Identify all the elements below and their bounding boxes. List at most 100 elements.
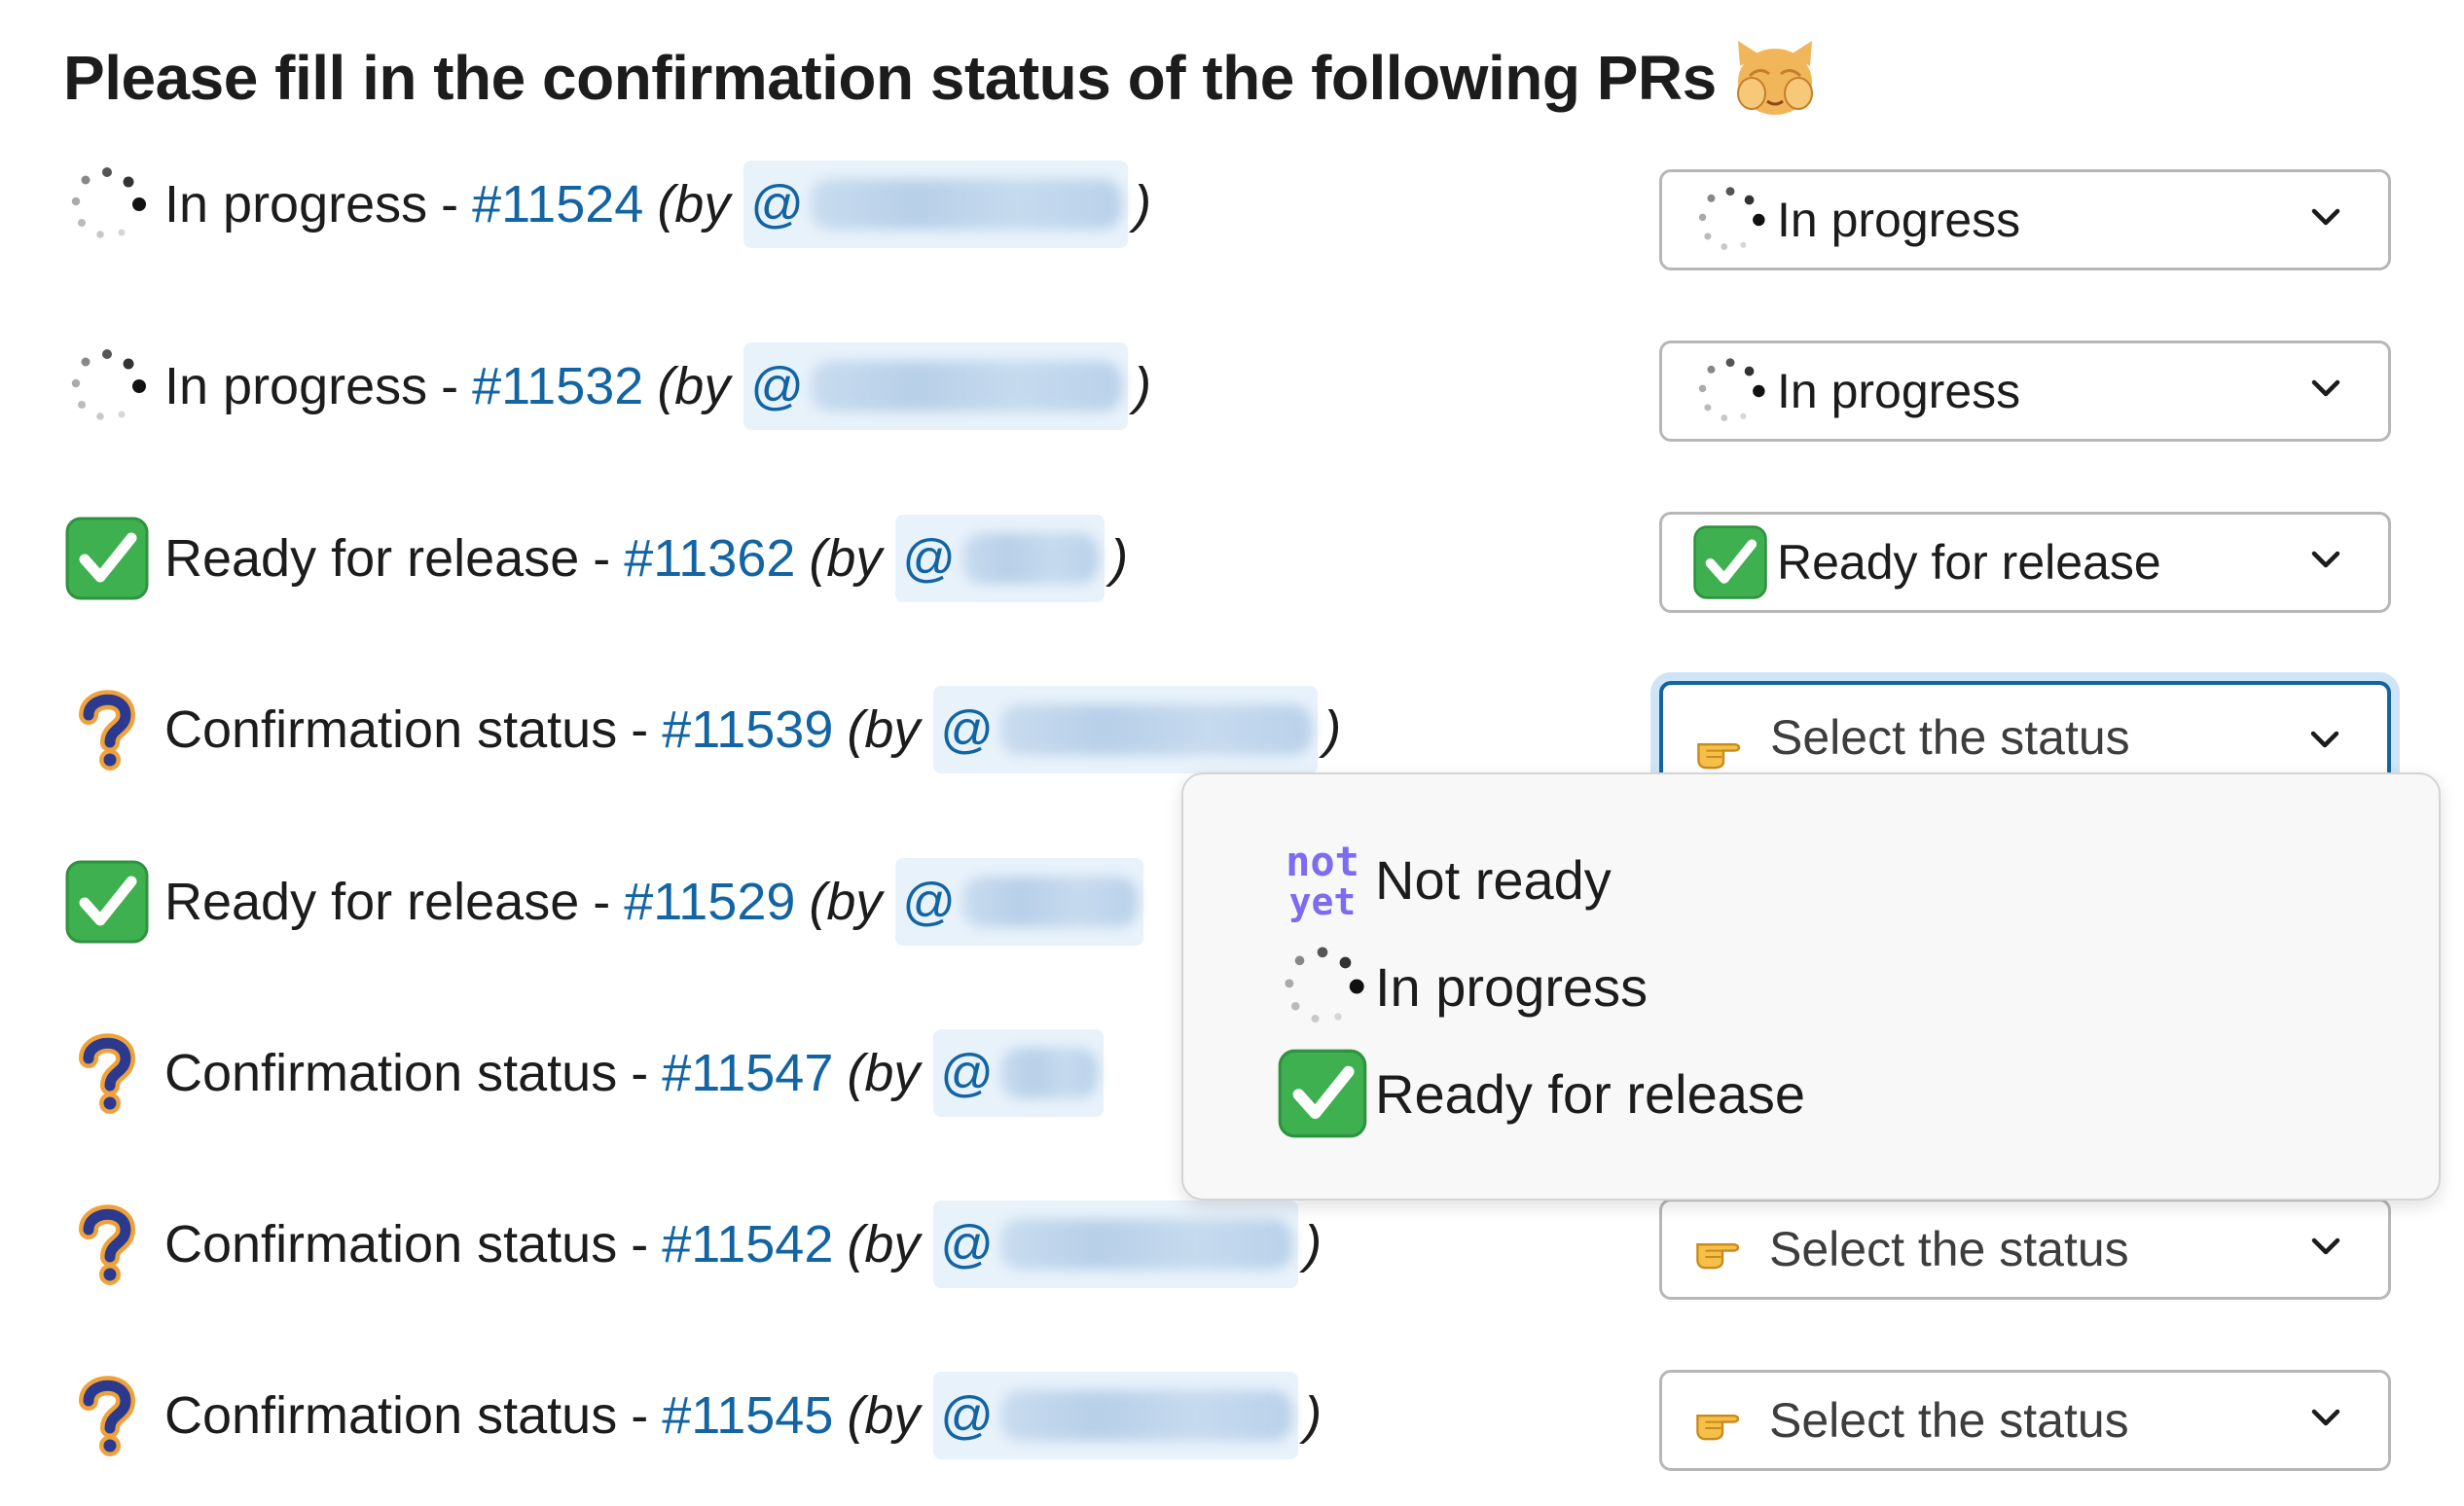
not-yet-icon: not yet [1286,838,1359,923]
user-mention[interactable]: @ [895,858,1144,946]
row-status: Ready for release [164,529,580,588]
check-mark-icon [63,515,151,602]
chevron-down-icon [2309,730,2340,751]
mention-at: @ [939,1386,994,1445]
option-label: Ready for release [1375,1062,1806,1125]
status-dropdown-menu: not yet Not ready In progress Ready for … [1181,772,2441,1201]
mention-at: @ [901,529,956,588]
select-value: In progress [1777,364,2021,418]
chevron-down-icon [2310,207,2341,229]
row-separator: - [631,1044,649,1102]
question-mark-icon [63,1029,151,1117]
status-select[interactable]: Select the status [1659,1370,2391,1471]
pointing-hand-icon [1691,1218,1754,1280]
pr-link[interactable]: #11539 [662,699,833,760]
mention-at: @ [939,1044,994,1102]
pr-row: In progress - #11532 (by @ ) [63,342,1151,430]
check-mark-icon [1691,523,1769,601]
redacted-username [811,361,1123,412]
check-mark-icon [1276,1047,1369,1140]
pointing-hand-icon [1691,1389,1754,1452]
status-select[interactable]: In progress [1659,169,2391,270]
close-paren: ) [1110,529,1129,588]
pr-link[interactable]: #11524 [472,174,643,234]
close-paren: ) [1134,357,1152,415]
status-select[interactable]: In progress [1659,341,2391,442]
status-select[interactable]: Select the status [1659,1199,2391,1300]
select-value: In progress [1777,193,2021,247]
mention-at: @ [749,175,804,233]
pr-row: Confirmation status - #11542 (by @ ) [63,1201,1322,1288]
row-separator: - [631,1215,649,1273]
status-select[interactable]: Ready for release [1659,512,2391,613]
svg-text:yet: yet [1289,880,1357,923]
redacted-username [962,533,1100,584]
pr-link[interactable]: #11532 [472,356,643,416]
chevron-down-icon [2310,1237,2341,1258]
mention-at: @ [939,1215,994,1273]
spinner-icon [63,161,151,248]
option-not-ready[interactable]: not yet Not ready [1276,831,1612,928]
option-ready-for-release[interactable]: Ready for release [1276,1045,1805,1142]
by-label: (by [809,873,883,931]
option-label: In progress [1375,955,1649,1018]
select-placeholder: Select the status [1769,1393,2129,1448]
pr-link[interactable]: #11362 [624,528,795,589]
redacted-username [962,877,1139,927]
mention-at: @ [749,357,804,415]
row-status: Confirmation status [164,1386,618,1445]
svg-text:not: not [1286,838,1359,885]
close-paren: ) [1134,175,1152,233]
user-mention[interactable]: @ [743,161,1129,248]
pr-link[interactable]: #11529 [624,872,795,932]
question-mark-icon [63,1201,151,1288]
pr-link[interactable]: #11542 [662,1214,833,1274]
row-status: Confirmation status [164,1215,618,1273]
pr-link[interactable]: #11545 [662,1385,833,1446]
user-mention[interactable]: @ [895,515,1105,602]
row-separator: - [441,357,459,415]
by-label: (by [809,529,883,588]
user-mention[interactable]: @ [933,1029,1105,1117]
close-paren: ) [1323,700,1342,759]
row-status: In progress [164,357,428,415]
pr-link[interactable]: #11547 [662,1043,833,1103]
row-separator: - [441,175,459,233]
row-separator: - [593,873,611,931]
by-label: (by [847,700,921,759]
row-status: Confirmation status [164,1044,618,1102]
chevron-down-icon [2310,550,2341,571]
user-mention[interactable]: @ [933,686,1319,773]
user-mention[interactable]: @ [933,1201,1299,1288]
select-placeholder: Select the status [1770,710,2130,765]
select-value: Ready for release [1777,535,2161,590]
by-label: (by [847,1386,921,1445]
user-mention[interactable]: @ [933,1372,1299,1459]
user-mention[interactable]: @ [743,342,1129,430]
pr-row: Confirmation status - #11547 (by @ [63,1029,1109,1117]
row-separator: - [593,529,611,588]
redacted-username [1000,1048,1099,1098]
pr-row: Ready for release - #11362 (by @ ) [63,515,1128,602]
row-separator: - [631,700,649,759]
question-mark-icon [63,1372,151,1459]
by-label: (by [657,357,731,415]
pr-row: Confirmation status - #11545 (by @ ) [63,1372,1322,1459]
mention-at: @ [901,873,956,931]
option-label: Not ready [1375,848,1612,911]
close-paren: ) [1304,1215,1323,1273]
pointing-hand-icon [1692,718,1755,780]
row-status: In progress [164,175,428,233]
option-in-progress[interactable]: In progress [1276,938,1648,1035]
by-label: (by [847,1044,921,1102]
redacted-username [811,179,1123,230]
chevron-down-icon [2310,1408,2341,1429]
pr-row: Ready for release - #11529 (by @ [63,858,1149,946]
title-text: Please fill in the confirmation status o… [63,43,1717,113]
spinner-icon [63,342,151,430]
redacted-username [1000,1390,1293,1441]
chevron-down-icon [2310,378,2341,400]
row-separator: - [631,1386,649,1445]
by-label: (by [847,1215,921,1273]
row-status: Confirmation status [164,700,618,759]
